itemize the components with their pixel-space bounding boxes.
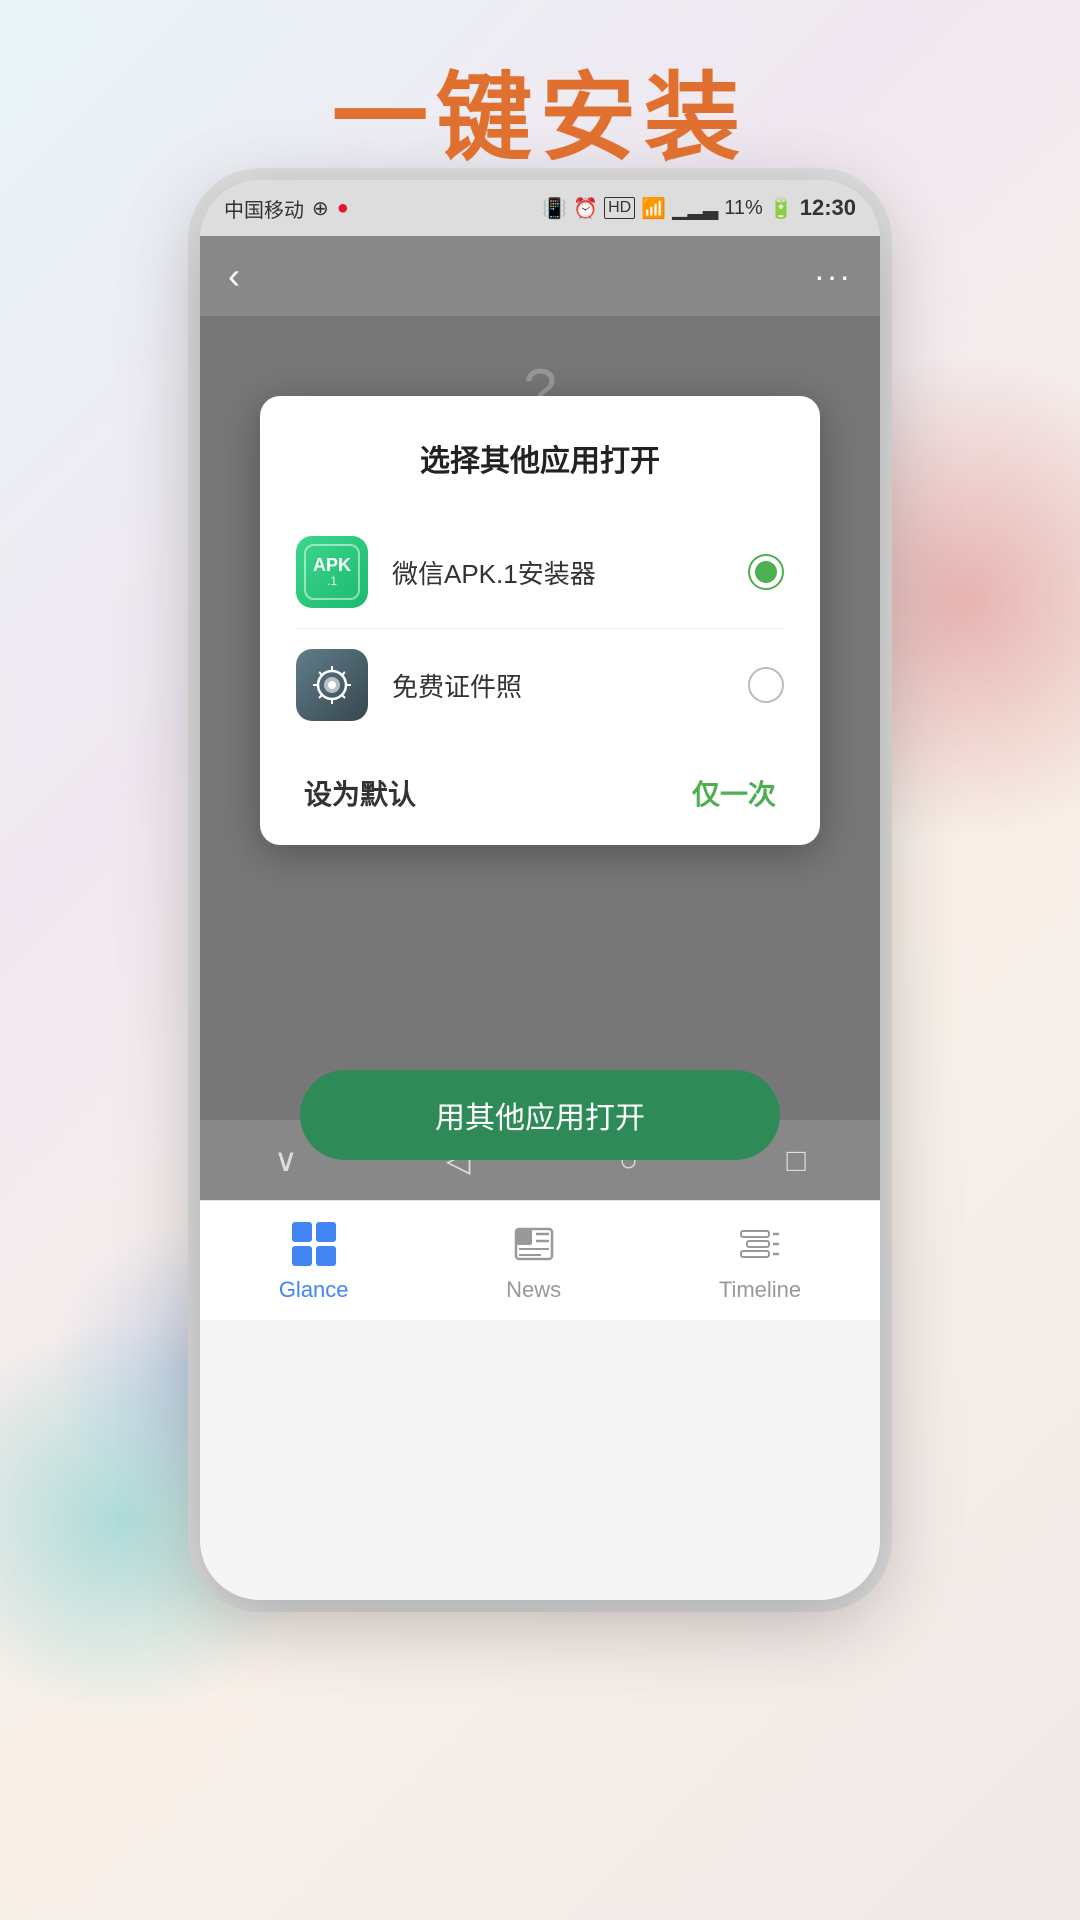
grid-cell-3	[292, 1246, 312, 1266]
phone-topbar: ‹ ···	[200, 236, 880, 316]
camera-shutter-icon	[311, 664, 353, 706]
carrier-label: 中国移动	[224, 194, 304, 223]
battery-label: 11%	[724, 197, 763, 220]
apk-app-name: 微信APK.1安装器	[392, 554, 724, 591]
apk-app-icon: APK .1	[296, 536, 368, 608]
status-right: 📳 ⏰ HD 📶 ▁▂▃ 11% 🔋 12:30	[542, 195, 856, 221]
more-options-button[interactable]: ···	[814, 258, 852, 295]
clock-icon: ⏰	[573, 196, 598, 221]
grid-cell-1	[292, 1222, 312, 1242]
grid-cell-4	[316, 1246, 336, 1266]
glance-icon	[289, 1219, 339, 1269]
nav-recent[interactable]: □	[787, 1142, 806, 1179]
tab-glance[interactable]: Glance	[279, 1219, 349, 1303]
timeline-icon	[735, 1219, 785, 1269]
status-left: 中国移动 ⊕ ●	[224, 194, 349, 223]
camera-app-icon	[296, 649, 368, 721]
top-heading: 一键安装	[0, 40, 1080, 179]
bottom-tab-bar: Glance News	[200, 1200, 880, 1320]
tab-news[interactable]: News	[506, 1219, 561, 1303]
grid-icon	[292, 1222, 336, 1266]
radio-inner	[755, 561, 777, 583]
apk-icon-text: APK	[313, 556, 351, 574]
radio-apk-selected[interactable]	[748, 554, 784, 590]
phone-content: ‹ ··· ? 选择其他应用打开 APK .1 微信APK.1安装器	[200, 236, 880, 1320]
once-button[interactable]: 仅一次	[692, 773, 776, 813]
signal-bars: ▁▂▃	[672, 196, 718, 221]
glance-tab-label: Glance	[279, 1277, 349, 1303]
dialog-title: 选择其他应用打开	[296, 436, 784, 480]
app-chooser-dialog: 选择其他应用打开 APK .1 微信APK.1安装器	[260, 396, 820, 845]
apk-icon-sub: .1	[327, 574, 337, 588]
phone-frame: 中国移动 ⊕ ● 📳 ⏰ HD 📶 ▁▂▃ 11% 🔋 12:30 ‹ ··· …	[200, 180, 880, 1600]
grid-cell-2	[316, 1222, 336, 1242]
battery-icon: 🔋	[769, 196, 794, 221]
news-icon-svg	[511, 1221, 557, 1267]
set-default-button[interactable]: 设为默认	[304, 773, 416, 813]
timeline-icon-svg	[737, 1221, 783, 1267]
weibo-icon: ●	[337, 197, 349, 220]
news-icon	[509, 1219, 559, 1269]
hd-icon: HD	[604, 197, 635, 219]
nav-chevron-down[interactable]: ∨	[274, 1141, 297, 1179]
open-other-apps-button[interactable]: 用其他应用打开	[300, 1070, 780, 1160]
timeline-tab-label: Timeline	[719, 1277, 801, 1303]
camera-app-name: 免费证件照	[392, 667, 724, 704]
back-button[interactable]: ‹	[228, 255, 240, 297]
news-tab-label: News	[506, 1277, 561, 1303]
signal-icon: ⊕	[312, 196, 329, 221]
status-bar: 中国移动 ⊕ ● 📳 ⏰ HD 📶 ▁▂▃ 11% 🔋 12:30	[200, 180, 880, 236]
vibrate-icon: 📳	[542, 196, 567, 221]
wifi-icon: 📶	[641, 196, 666, 221]
tab-timeline[interactable]: Timeline	[719, 1219, 801, 1303]
dialog-item-apk[interactable]: APK .1 微信APK.1安装器	[296, 516, 784, 629]
dialog-item-camera[interactable]: 免费证件照	[296, 629, 784, 741]
radio-camera-unselected[interactable]	[748, 667, 784, 703]
time-label: 12:30	[800, 195, 856, 221]
dialog-actions: 设为默认 仅一次	[296, 741, 784, 845]
